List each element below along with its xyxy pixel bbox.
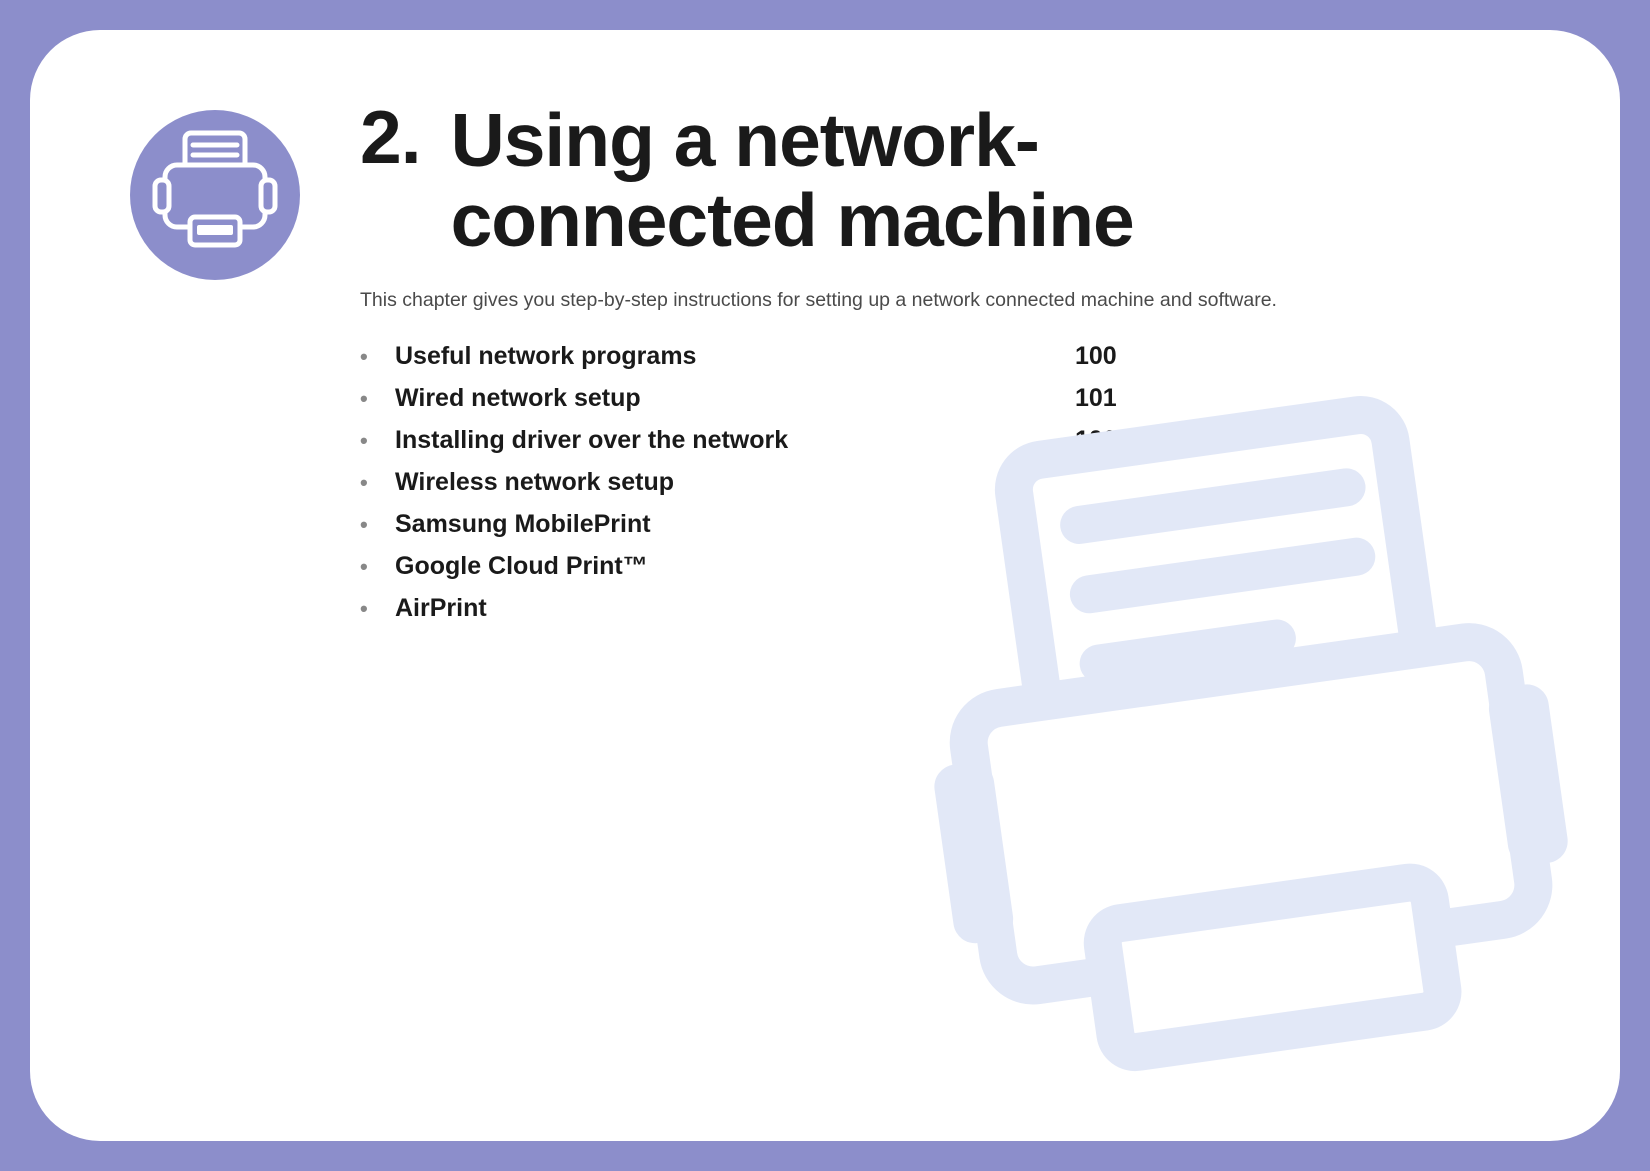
chapter-description: This chapter gives you step-by-step inst…	[360, 289, 1520, 312]
toc-item-page: 115	[1075, 468, 1115, 497]
toc-item: • Useful network programs 100	[360, 342, 1520, 371]
toc-item-page: 146	[1075, 552, 1117, 581]
toc-item-page: 101	[1075, 384, 1117, 413]
toc-bullet: •	[360, 344, 395, 370]
toc-bullet: •	[360, 554, 395, 580]
toc-bullet: •	[360, 428, 395, 454]
toc-item-title: AirPrint	[395, 594, 1075, 623]
toc-item-page: 106	[1075, 426, 1117, 455]
toc-item: • Google Cloud Print™ 146	[360, 552, 1520, 581]
header-row: 2. Using a network- connected machine Th…	[130, 100, 1520, 636]
toc-bullet: •	[360, 386, 395, 412]
toc-item: • Installing driver over the network 106	[360, 426, 1520, 455]
toc-item: • Samsung MobilePrint 145	[360, 510, 1520, 539]
toc-item-title: Installing driver over the network	[395, 426, 1075, 455]
content-panel: 2. Using a network- connected machine Th…	[30, 30, 1620, 1141]
chapter-title-line1: Using a network-	[451, 100, 1134, 180]
toc-item-title: Google Cloud Print™	[395, 552, 1075, 581]
toc-item: • AirPrint 149	[360, 594, 1520, 623]
toc-list: • Useful network programs 100 • Wired ne…	[360, 342, 1520, 623]
toc-item: • Wireless network setup 115	[360, 468, 1520, 497]
title-row: 2. Using a network- connected machine	[360, 100, 1520, 261]
toc-item-title: Wired network setup	[395, 384, 1075, 413]
toc-bullet: •	[360, 470, 395, 496]
chapter-title-wrapper: Using a network- connected machine	[451, 100, 1134, 261]
page-container: 2. Using a network- connected machine Th…	[0, 0, 1650, 1171]
toc-item-title: Wireless network setup	[395, 468, 1075, 497]
chapter-title-line2: connected machine	[451, 180, 1134, 260]
toc-item-title: Useful network programs	[395, 342, 1075, 371]
toc-bullet: •	[360, 596, 395, 622]
toc-bullet: •	[360, 512, 395, 538]
title-block: 2. Using a network- connected machine Th…	[360, 100, 1520, 636]
toc-item-title: Samsung MobilePrint	[395, 510, 1075, 539]
toc-item-page: 100	[1075, 342, 1117, 371]
chapter-printer-icon	[130, 110, 300, 280]
chapter-number: 2.	[360, 100, 421, 175]
toc-item-page: 149	[1075, 594, 1117, 623]
toc-item-page: 145	[1075, 510, 1117, 539]
toc-item: • Wired network setup 101	[360, 384, 1520, 413]
